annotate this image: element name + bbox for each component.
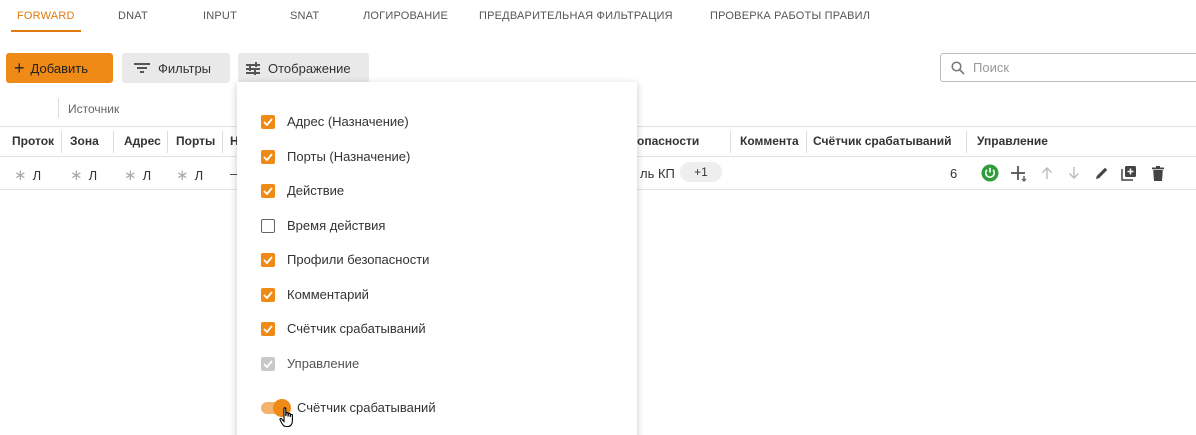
filters-button-label: Фильтры	[158, 60, 212, 76]
check-icon	[263, 152, 273, 161]
trash-icon[interactable]	[1150, 163, 1166, 183]
column-divider	[806, 131, 807, 153]
tab-input[interactable]: INPUT	[203, 0, 237, 36]
checkbox-unchecked[interactable]	[261, 218, 275, 233]
insert-row-icon[interactable]	[1009, 163, 1029, 183]
menu-option-label: Комментарий	[287, 287, 369, 302]
asterisk-icon: ∗	[14, 167, 27, 184]
column-header-comment[interactable]: Коммента	[740, 134, 806, 148]
duplicate-icon[interactable]	[1120, 163, 1138, 183]
plus-icon: +	[14, 58, 25, 78]
cell-counter: 6	[950, 166, 958, 181]
cell-zone: ∗ Л	[70, 167, 98, 184]
tab-snat[interactable]: SNAT	[290, 0, 319, 36]
column-header-management[interactable]: Управление	[977, 134, 1048, 148]
menu-option-label: Время действия	[287, 218, 386, 233]
edit-pencil-icon[interactable]	[1093, 163, 1111, 183]
check-icon	[263, 359, 273, 368]
arrow-down-icon[interactable]	[1066, 163, 1082, 183]
check-icon	[263, 290, 273, 299]
asterisk-icon: ∗	[176, 167, 189, 184]
check-icon	[263, 186, 273, 195]
menu-option-dest-ports[interactable]: Порты (Назначение)	[261, 149, 410, 164]
display-button[interactable]: Отображение	[238, 53, 369, 83]
checkbox-disabled	[261, 356, 275, 371]
checkbox-checked[interactable]	[261, 252, 275, 267]
column-group-source: Источник	[68, 102, 120, 116]
column-header-security-profiles[interactable]: опасности	[637, 134, 699, 148]
menu-option-management: Управление	[261, 356, 359, 371]
display-button-label: Отображение	[268, 60, 351, 76]
column-header-ports[interactable]: Порты	[176, 134, 215, 148]
column-header-protocol[interactable]: Проток	[12, 134, 60, 148]
menu-option-label: Порты (Назначение)	[287, 149, 411, 164]
tab-forward[interactable]: FORWARD	[11, 0, 81, 36]
tab-prefiltering[interactable]: ПРЕДВАРИТЕЛЬНАЯ ФИЛЬТРАЦИЯ	[479, 0, 673, 36]
menu-option-counter[interactable]: Счётчик срабатываний	[261, 321, 426, 336]
column-header-zone[interactable]: Зона	[70, 134, 99, 148]
column-header-counter[interactable]: Счётчик срабатываний	[813, 134, 952, 148]
group-divider	[58, 98, 59, 118]
menu-option-label: Счётчик срабатываний	[287, 321, 426, 336]
column-divider	[966, 131, 967, 153]
checkbox-checked[interactable]	[261, 183, 275, 198]
column-header-address[interactable]: Адрес	[124, 134, 161, 148]
checkbox-checked[interactable]	[261, 149, 275, 164]
column-divider	[61, 131, 62, 153]
search-icon	[951, 60, 965, 75]
power-icon[interactable]	[980, 163, 1000, 183]
check-icon	[263, 117, 273, 126]
asterisk-icon: ∗	[70, 167, 83, 184]
check-icon	[263, 324, 273, 333]
menu-option-time[interactable]: Время действия	[261, 218, 385, 233]
column-divider	[222, 131, 223, 153]
tab-rule-check[interactable]: ПРОВЕРКА РАБОТЫ ПРАВИЛ	[710, 0, 870, 36]
tune-icon	[246, 62, 260, 75]
menu-option-label: Действие	[287, 183, 345, 198]
hand-cursor-icon	[279, 407, 293, 428]
menu-option-label: Профили безопасности	[287, 252, 430, 267]
menu-option-dest-address[interactable]: Адрес (Назначение)	[261, 114, 409, 129]
cell-address: ∗ Л	[124, 167, 152, 184]
tab-logging[interactable]: ЛОГИРОВАНИЕ	[363, 0, 448, 36]
more-profiles-chip[interactable]: +1	[680, 162, 722, 182]
arrow-up-icon[interactable]	[1039, 163, 1055, 183]
add-button-label: Добавить	[30, 60, 88, 76]
add-button[interactable]: + Добавить	[6, 53, 113, 83]
search-input[interactable]	[973, 60, 1173, 75]
menu-option-label: Адрес (Назначение)	[287, 114, 409, 129]
cell-protocol: ∗ Л	[14, 167, 42, 184]
check-icon	[263, 255, 273, 264]
counter-toggle-label: Счётчик срабатываний	[297, 400, 436, 415]
column-divider	[730, 131, 731, 153]
display-columns-menu: Адрес (Назначение) Порты (Назначение) Де…	[237, 82, 637, 435]
filter-lines-icon	[134, 62, 150, 74]
filters-button[interactable]: Фильтры	[122, 53, 230, 83]
cell-ports: ∗ Л	[176, 167, 204, 184]
menu-option-comment[interactable]: Комментарий	[261, 287, 369, 302]
search-box	[940, 53, 1196, 82]
checkbox-checked[interactable]	[261, 287, 275, 302]
tab-dnat[interactable]: DNAT	[118, 0, 148, 36]
checkbox-checked[interactable]	[261, 321, 275, 336]
menu-option-label: Управление	[287, 356, 360, 371]
cell-security-profiles: ль КП	[640, 166, 675, 181]
menu-option-security-profiles[interactable]: Профили безопасности	[261, 252, 429, 267]
menu-option-action[interactable]: Действие	[261, 183, 344, 198]
asterisk-icon: ∗	[124, 167, 137, 184]
checkbox-checked[interactable]	[261, 114, 275, 129]
column-divider	[113, 131, 114, 153]
column-divider	[167, 131, 168, 153]
